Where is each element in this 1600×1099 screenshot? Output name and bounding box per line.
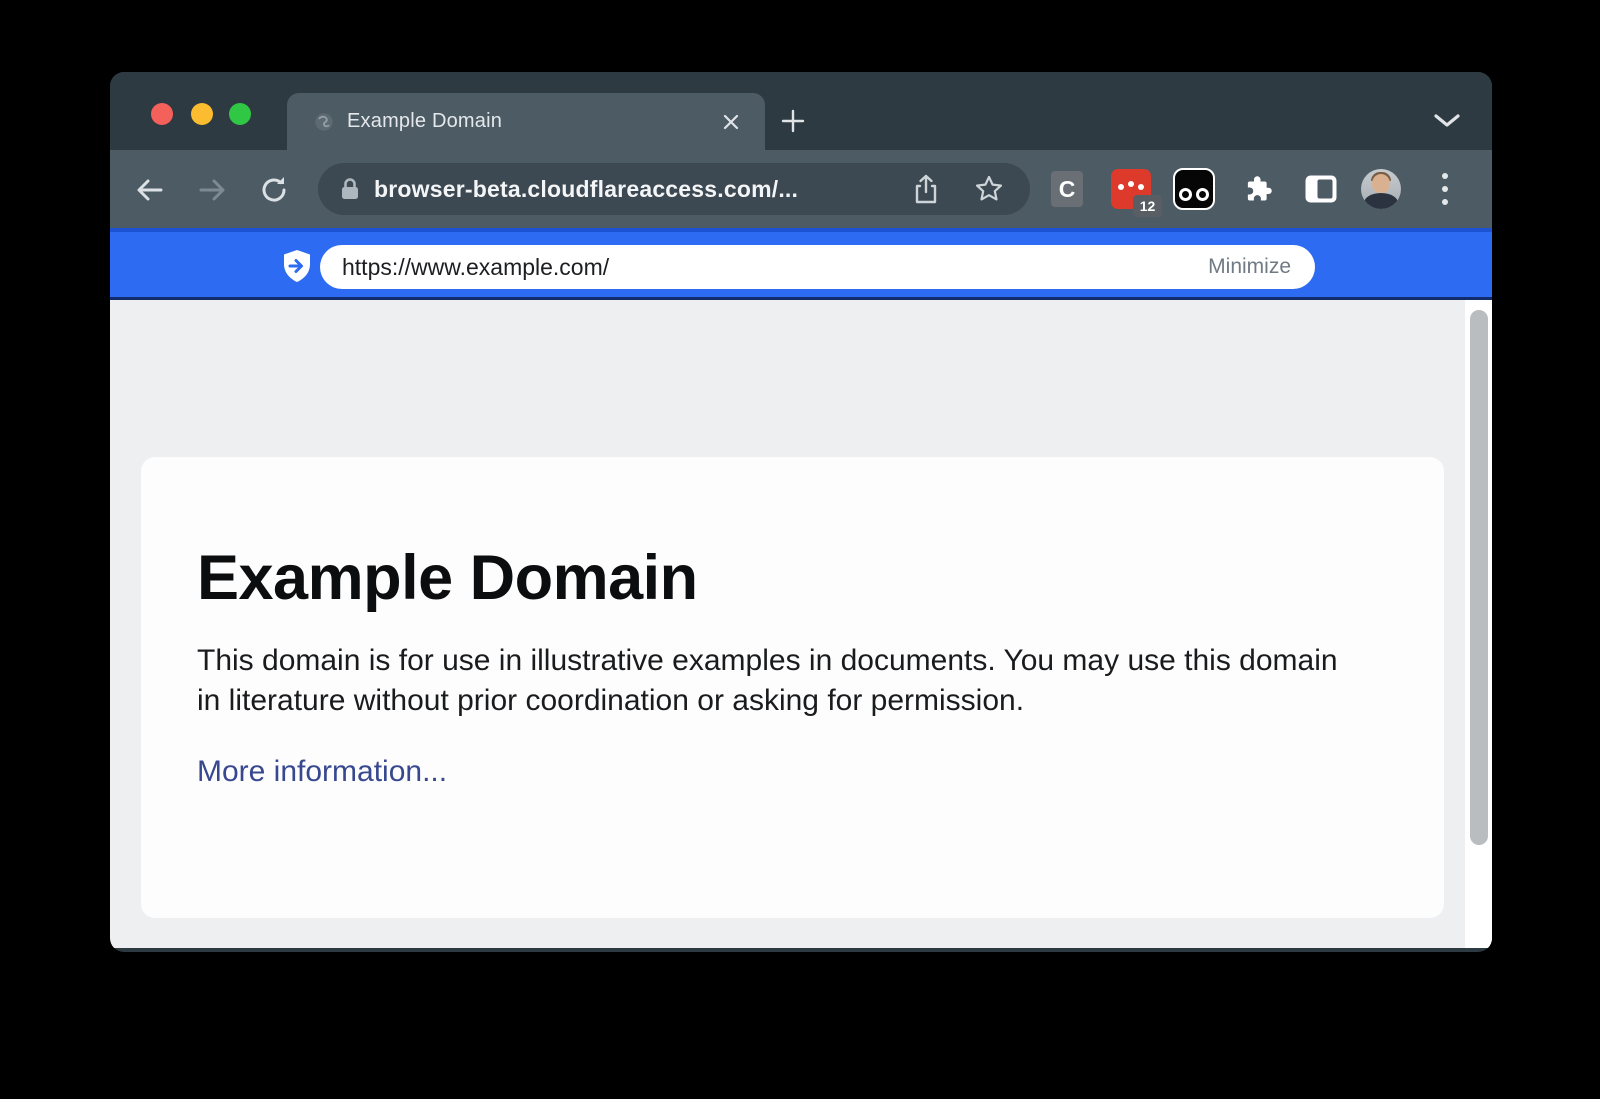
example-domain-card: Example Domain This domain is for use in… (141, 457, 1444, 918)
extension-badge-count: 12 (1133, 195, 1162, 217)
extension-blocker-icon[interactable]: 12 (1111, 169, 1151, 209)
tab-bar: Example Domain (110, 72, 1492, 150)
back-icon[interactable] (134, 174, 166, 206)
extension-lens-icon[interactable] (1173, 168, 1215, 210)
address-bar-url: browser-beta.cloudflareaccess.com/... (374, 176, 912, 203)
scrollbar-thumb[interactable] (1470, 310, 1488, 845)
browser-window: Example Domain browser-b (110, 72, 1492, 952)
tab-close-icon[interactable] (719, 110, 743, 134)
circle (1179, 188, 1192, 201)
more-information-link[interactable]: More information... (197, 755, 447, 789)
tab-title: Example Domain (347, 110, 719, 133)
new-tab-button[interactable] (778, 106, 808, 136)
dot (1118, 184, 1124, 190)
address-bar[interactable]: browser-beta.cloudflareaccess.com/... (318, 163, 1030, 215)
dot (1138, 184, 1144, 190)
side-panel-icon[interactable] (1306, 176, 1337, 203)
lock-icon (340, 177, 360, 201)
page-title: Example Domain (197, 545, 1444, 611)
page-paragraph: This domain is for use in illustrative e… (197, 641, 1357, 721)
browser-menu-icon[interactable] (1441, 172, 1449, 206)
remote-url-field[interactable]: Minimize (320, 245, 1315, 289)
minimize-bar-button[interactable]: Minimize (1208, 255, 1291, 279)
avatar-shoulders (1364, 193, 1398, 209)
dot (1442, 199, 1448, 205)
share-icon[interactable] (912, 174, 940, 204)
bookmark-star-icon[interactable] (974, 174, 1004, 204)
dot (1128, 181, 1134, 187)
dot (1442, 186, 1448, 192)
remote-url-input[interactable] (342, 254, 1208, 281)
tab-search-chevron-icon[interactable] (1432, 112, 1462, 130)
zoom-window-button[interactable] (229, 103, 251, 125)
reload-icon[interactable] (258, 174, 290, 206)
globe-favicon-icon (313, 111, 335, 133)
dot (1442, 173, 1448, 179)
profile-avatar[interactable] (1361, 169, 1401, 209)
forward-icon[interactable] (196, 174, 228, 206)
toolbar: browser-beta.cloudflareaccess.com/... C … (110, 150, 1492, 228)
circle (1196, 188, 1209, 201)
close-window-button[interactable] (151, 103, 173, 125)
avatar-face (1372, 174, 1390, 193)
extension-c-icon[interactable]: C (1051, 171, 1083, 207)
scrollbar-track[interactable] (1465, 300, 1492, 948)
page-viewport: Example Domain This domain is for use in… (110, 300, 1492, 948)
tab-example-domain[interactable]: Example Domain (287, 93, 765, 150)
extensions-puzzle-icon[interactable] (1243, 174, 1273, 204)
isolation-url-bar: Minimize (110, 228, 1492, 300)
isolation-shield-icon (282, 249, 312, 283)
panel-cutout (1318, 180, 1333, 199)
minimize-window-button[interactable] (191, 103, 213, 125)
